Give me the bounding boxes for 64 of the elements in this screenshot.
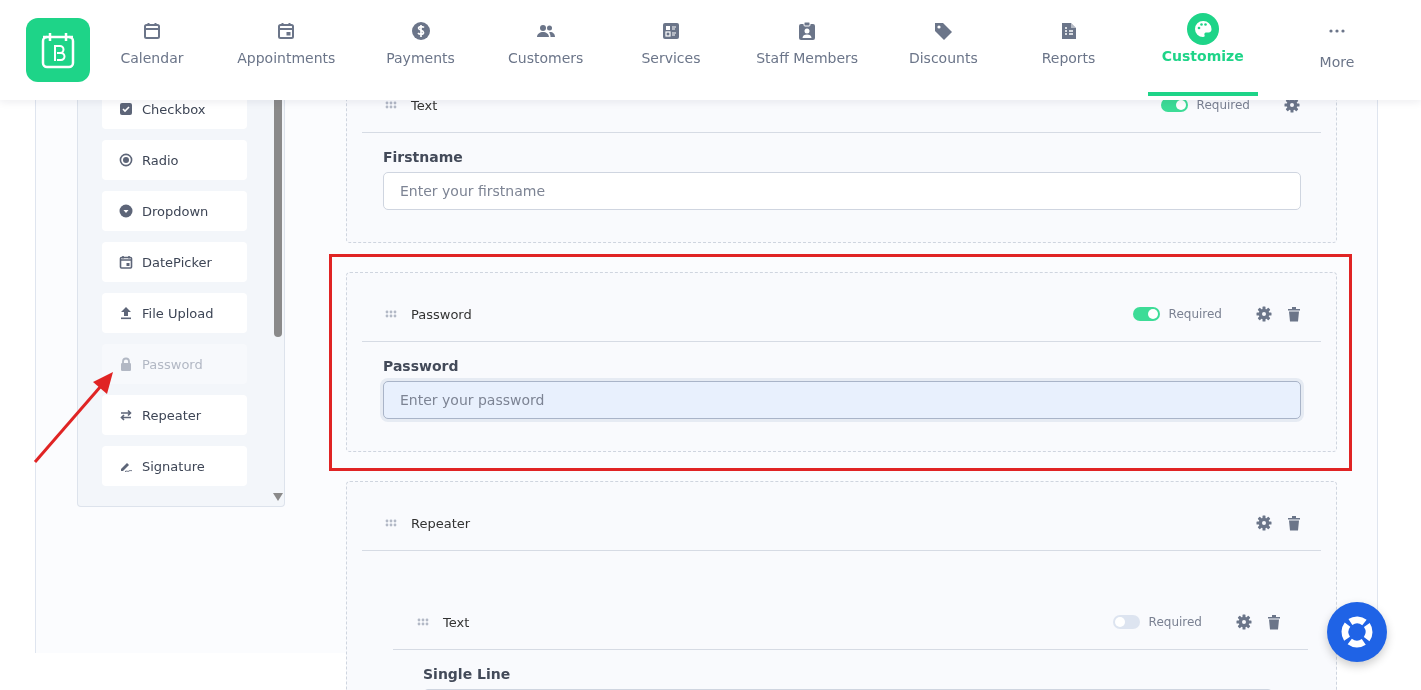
field-label: Firstname <box>383 149 464 165</box>
field-type-title: Repeater <box>411 515 471 531</box>
trash-icon[interactable] <box>1288 306 1300 322</box>
trash-icon[interactable] <box>1288 515 1300 531</box>
field-type-item[interactable]: Signature <box>102 446 247 486</box>
people-icon <box>535 23 556 39</box>
field-label: Password <box>383 358 460 374</box>
required-label: Required <box>1168 307 1222 321</box>
nav-tab[interactable]: More <box>1290 0 1383 100</box>
settings-icon[interactable] <box>1236 614 1252 630</box>
document-icon <box>1060 22 1077 40</box>
scroll-down-icon[interactable] <box>273 493 283 501</box>
repeat-icon <box>119 408 133 422</box>
field-type-title: Text <box>411 100 438 113</box>
field-type-title: Password <box>411 306 472 322</box>
settings-icon[interactable] <box>1256 306 1272 322</box>
nav-tab[interactable]: Appointments <box>231 0 342 100</box>
list-icon <box>661 22 680 40</box>
settings-icon[interactable] <box>1284 100 1300 113</box>
field-type-item[interactable]: File Upload <box>102 293 247 333</box>
more-icon <box>1328 29 1345 33</box>
drag-handle-icon[interactable] <box>385 519 397 527</box>
nav-tab[interactable]: Services <box>624 0 717 100</box>
badge-icon <box>798 21 817 41</box>
logo-icon <box>40 30 76 70</box>
drag-handle-icon[interactable] <box>385 310 397 318</box>
upload-icon <box>119 306 133 320</box>
palette-icon <box>1186 13 1219 45</box>
required-toggle[interactable] <box>1112 615 1140 629</box>
field-label: Single Line <box>423 666 512 682</box>
nav-tab[interactable]: Payments <box>374 0 467 100</box>
nav-tab[interactable]: Customers <box>499 0 592 100</box>
required-toggle[interactable] <box>1132 307 1160 321</box>
nav-tab[interactable]: Staff Members <box>750 0 865 100</box>
dollar-icon <box>410 21 431 41</box>
field-type-item[interactable]: Radio <box>102 140 247 180</box>
field-type-item[interactable]: DatePicker <box>102 242 247 282</box>
scrollbar-thumb[interactable] <box>274 100 282 337</box>
calendar-icon <box>119 255 133 269</box>
drag-handle-icon[interactable] <box>417 618 429 626</box>
trash-icon[interactable] <box>1268 614 1280 630</box>
lock-icon <box>119 357 133 371</box>
required-label: Required <box>1196 100 1250 112</box>
calendar-icon <box>277 22 296 40</box>
lifebuoy-icon <box>1339 614 1375 650</box>
settings-icon[interactable] <box>1256 515 1272 531</box>
text-input[interactable]: Enter your password <box>383 381 1301 419</box>
field-type-item[interactable]: Dropdown <box>102 191 247 231</box>
app-logo[interactable] <box>26 18 90 82</box>
nav-tab[interactable]: Calendar <box>106 0 198 100</box>
nav-tab[interactable]: Reports <box>1022 0 1115 100</box>
checkbox-icon <box>119 102 133 116</box>
tag-icon <box>933 21 954 41</box>
radio-icon <box>119 153 133 167</box>
drag-handle-icon[interactable] <box>385 101 397 109</box>
required-label: Required <box>1148 615 1202 629</box>
text-input[interactable]: Enter your firstname <box>383 172 1301 210</box>
calendar-icon <box>143 22 161 40</box>
nav-tab[interactable]: Discounts <box>897 0 990 100</box>
field-type-item[interactable]: Checkbox <box>102 100 247 129</box>
field-type-item[interactable]: Repeater <box>102 395 247 435</box>
dropdown-icon <box>119 204 133 218</box>
field-type-title: Text <box>443 614 470 630</box>
required-toggle[interactable] <box>1160 100 1188 112</box>
